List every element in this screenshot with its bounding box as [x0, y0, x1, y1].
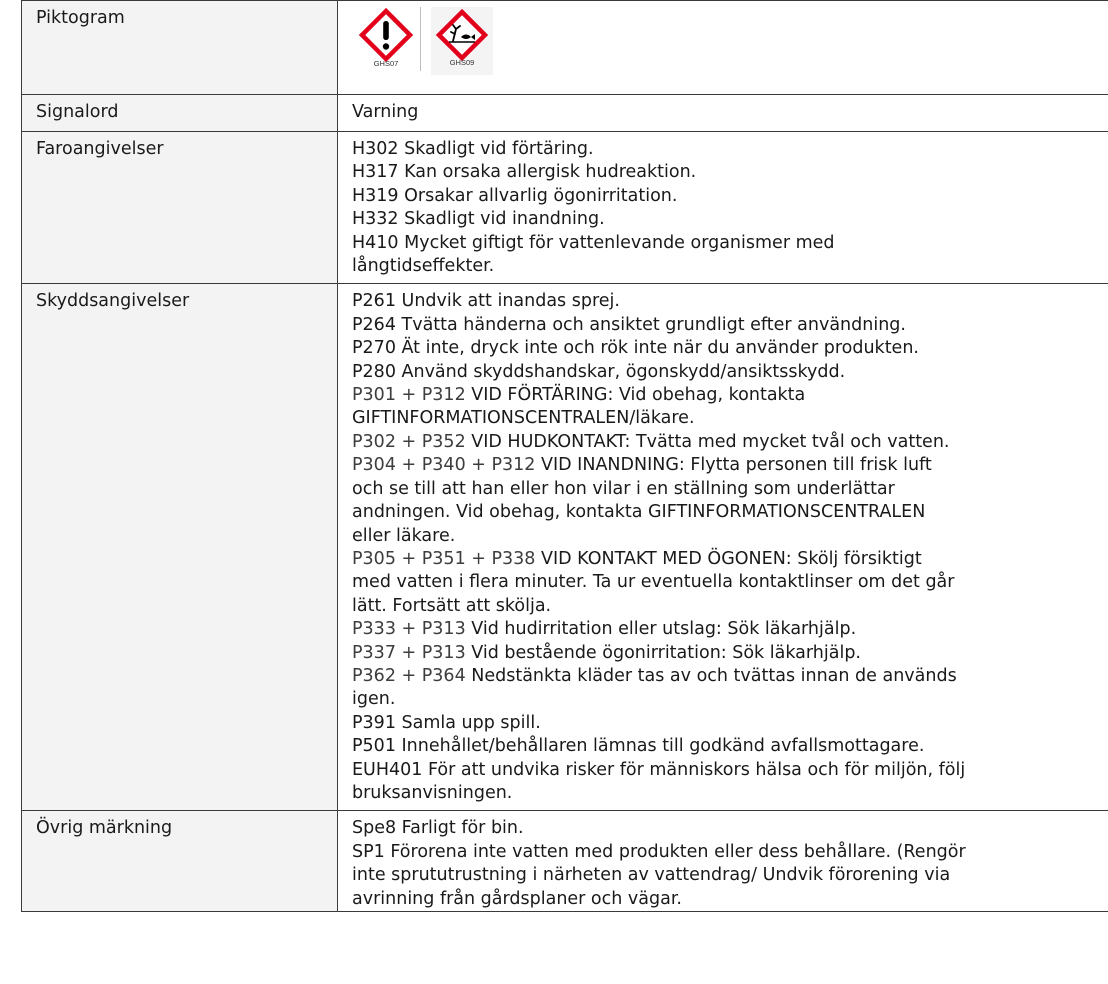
statement-text: EUH401 För att undvika risker för männis…	[352, 759, 966, 780]
precautionary-statement: med vatten i flera minuter. Ta ur eventu…	[352, 571, 1108, 594]
statement-text: och se till att han eller hon vilar i en…	[352, 478, 895, 499]
precautionary-statement: GIFTINFORMATIONSCENTRALEN/läkare.	[352, 407, 1108, 430]
pictogram-divider	[420, 7, 421, 71]
ghs09-caption: GHS09	[449, 57, 475, 67]
statement-code: P337 + P313	[352, 642, 466, 663]
precautionary-statement: P302 + P352 VID HUDKONTAKT: Tvätta med m…	[352, 431, 1108, 454]
precautionary-statements-label: Skyddsangivelser	[21, 283, 338, 812]
precautionary-statement: eller läkare.	[352, 525, 1108, 548]
other-labelling-line: SP1 Förorena inte vatten med produkten e…	[352, 841, 966, 862]
precautionary-statement: EUH401 För att undvika risker för männis…	[352, 759, 1108, 782]
precautionary-statement: P333 + P313 Vid hudirritation eller utsl…	[352, 618, 1108, 641]
precautionary-statement: P270 Ät inte, dryck inte och rök inte nä…	[352, 337, 1108, 360]
statement-code: P304 + P340 + P312	[352, 455, 536, 476]
hazard-statement: H319 Orsakar allvarlig ögonirritation.	[352, 185, 678, 206]
statement-code: P302 + P352	[352, 431, 466, 452]
pictogram-cell: GHS07 GHS09	[337, 0, 1108, 95]
statement-text: med vatten i flera minuter. Ta ur eventu…	[352, 572, 955, 593]
statement-text: VID INANDNING: Flytta personen till fris…	[535, 455, 932, 476]
statement-text: P501 Innehållet/behållaren lämnas till g…	[352, 736, 925, 757]
other-labelling-line: avrinning från gårdsplaner och vägar.	[352, 888, 682, 909]
other-labelling-cell: Spe8 Farligt för bin. SP1 Förorena inte …	[337, 810, 1108, 912]
precautionary-statement: P280 Använd skyddshandskar, ögonskydd/an…	[352, 361, 1108, 384]
statement-text: Vid bestående ögonirritation: Sök läkarh…	[465, 642, 861, 663]
statement-text: Nedstänkta kläder tas av och tvättas inn…	[465, 665, 957, 686]
other-labelling-label: Övrig märkning	[21, 810, 338, 912]
statement-text: andningen. Vid obehag, kontakta GIFTINFO…	[352, 502, 926, 523]
precautionary-statement: igen.	[352, 688, 1108, 711]
statement-code: P362 + P364	[352, 665, 466, 686]
exclamation-mark-icon: GHS07	[354, 7, 418, 76]
statement-text: P261 Undvik att inandas sprej.	[352, 291, 620, 312]
statement-text: VID HUDKONTAKT: Tvätta med mycket tvål o…	[465, 431, 950, 452]
statement-text: VID FÖRTÄRING: Vid obehag, kontakta	[465, 385, 806, 406]
precautionary-statement: P391 Samla upp spill.	[352, 712, 1108, 735]
precautionary-statement: P264 Tvätta händerna och ansiktet grundl…	[352, 314, 1108, 337]
precautionary-statements-cell: P261 Undvik att inandas sprej. P264 Tvät…	[337, 283, 1108, 812]
precautionary-statement: P305 + P351 + P338 VID KONTAKT MED ÖGONE…	[352, 548, 1108, 571]
statement-code: P301 + P312	[352, 385, 466, 406]
statement-text: eller läkare.	[352, 525, 456, 546]
statement-code: P333 + P313	[352, 619, 466, 640]
hazard-statement: H332 Skadligt vid inandning.	[352, 209, 605, 230]
hazard-statement: H302 Skadligt vid förtäring.	[352, 139, 594, 159]
statement-text: lätt. Fortsätt att skölja.	[352, 595, 552, 616]
pictogram-row: Piktogram GHS07 GHS09	[21, 0, 1108, 95]
pictogram-label: Piktogram	[21, 0, 338, 95]
other-labelling-line: inte sprututrustning i närheten av vatte…	[352, 865, 951, 886]
precautionary-statement: bruksanvisningen.	[352, 782, 1108, 805]
hazard-statements-label: Faroangivelser	[21, 130, 338, 285]
precautionary-statements-row: Skyddsangivelser P261 Undvik att inandas…	[21, 283, 1108, 812]
statement-text: GIFTINFORMATIONSCENTRALEN/läkare.	[352, 408, 695, 429]
statement-text: bruksanvisningen.	[352, 782, 513, 803]
precautionary-statement: P304 + P340 + P312 VID INANDNING: Flytta…	[352, 454, 1108, 477]
hazard-statement: H317 Kan orsaka allergisk hudreaktion.	[352, 162, 697, 183]
precautionary-statement: P501 Innehållet/behållaren lämnas till g…	[352, 735, 1108, 758]
precautionary-statement: och se till att han eller hon vilar i en…	[352, 478, 1108, 501]
statement-text: P270 Ät inte, dryck inte och rök inte nä…	[352, 338, 919, 359]
signal-word-label: Signalord	[21, 94, 338, 132]
precautionary-statement: P337 + P313 Vid bestående ögonirritation…	[352, 642, 1108, 665]
precautionary-statement: andningen. Vid obehag, kontakta GIFTINFO…	[352, 501, 1108, 524]
hazard-label-table: Piktogram GHS07 GHS09 Signalord Varning …	[21, 0, 1108, 912]
hazard-statements-row: Faroangivelser H302 Skadligt vid förtäri…	[21, 130, 1108, 285]
statement-text: igen.	[352, 689, 396, 710]
statement-text: VID KONTAKT MED ÖGONEN: Skölj försiktigt	[535, 548, 922, 569]
environment-hazard-icon: GHS09	[431, 7, 493, 75]
signal-word-value: Varning	[337, 94, 1108, 132]
hazard-statement: H410 Mycket giftigt för vattenlevande or…	[352, 232, 835, 253]
signal-word-row: Signalord Varning	[21, 94, 1108, 132]
precautionary-statement: P261 Undvik att inandas sprej.	[352, 290, 1108, 313]
precautionary-statement: P362 + P364 Nedstänkta kläder tas av och…	[352, 665, 1108, 688]
hazard-statements-cell: H302 Skadligt vid förtäring. H317 Kan or…	[337, 130, 1108, 285]
statement-text: Vid hudirritation eller utslag: Sök läka…	[465, 619, 857, 640]
statement-text: P391 Samla upp spill.	[352, 712, 541, 733]
statement-text: P264 Tvätta händerna och ansiktet grundl…	[352, 314, 906, 335]
other-labelling-line: Spe8 Farligt för bin.	[352, 818, 524, 839]
statement-code: P305 + P351 + P338	[352, 548, 536, 569]
precautionary-statement: P301 + P312 VID FÖRTÄRING: Vid obehag, k…	[352, 384, 1108, 407]
ghs07-caption: GHS07	[373, 58, 399, 68]
precautionary-statement: lätt. Fortsätt att skölja.	[352, 595, 1108, 618]
other-labelling-row: Övrig märkning Spe8 Farligt för bin. SP1…	[21, 810, 1108, 912]
hazard-statement: långtidseffekter.	[352, 256, 495, 277]
statement-text: P280 Använd skyddshandskar, ögonskydd/an…	[352, 361, 846, 382]
